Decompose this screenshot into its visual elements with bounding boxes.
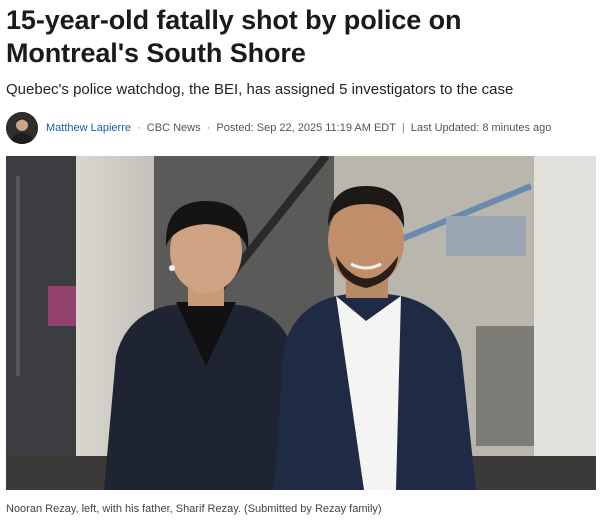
- author-avatar[interactable]: [6, 112, 38, 144]
- separator-dot: ·: [206, 122, 211, 134]
- headline: 15-year-old fatally shot by police on Mo…: [6, 5, 462, 68]
- photo-caption: Nooran Rezay, left, with his father, Sha…: [6, 503, 382, 515]
- posted-date: Posted: Sep 22, 2025 11:19 AM EDT: [216, 122, 396, 134]
- article-photo[interactable]: [6, 156, 596, 490]
- byline-text: Matthew Lapierre · CBC News · Posted: Se…: [46, 121, 551, 135]
- author-photo-icon: [6, 112, 38, 144]
- photo-father-and-son: [6, 156, 596, 490]
- separator-bar: |: [401, 122, 405, 134]
- outlet-name: CBC News: [146, 122, 201, 134]
- author-link[interactable]: Matthew Lapierre: [46, 122, 131, 134]
- updated-time: Last Updated: 8 minutes ago: [410, 122, 552, 134]
- separator-dot: ·: [137, 122, 141, 134]
- byline: Matthew Lapierre · CBC News · Posted: Se…: [6, 112, 596, 144]
- subheadline: Quebec's police watchdog, the BEI, has a…: [6, 81, 514, 98]
